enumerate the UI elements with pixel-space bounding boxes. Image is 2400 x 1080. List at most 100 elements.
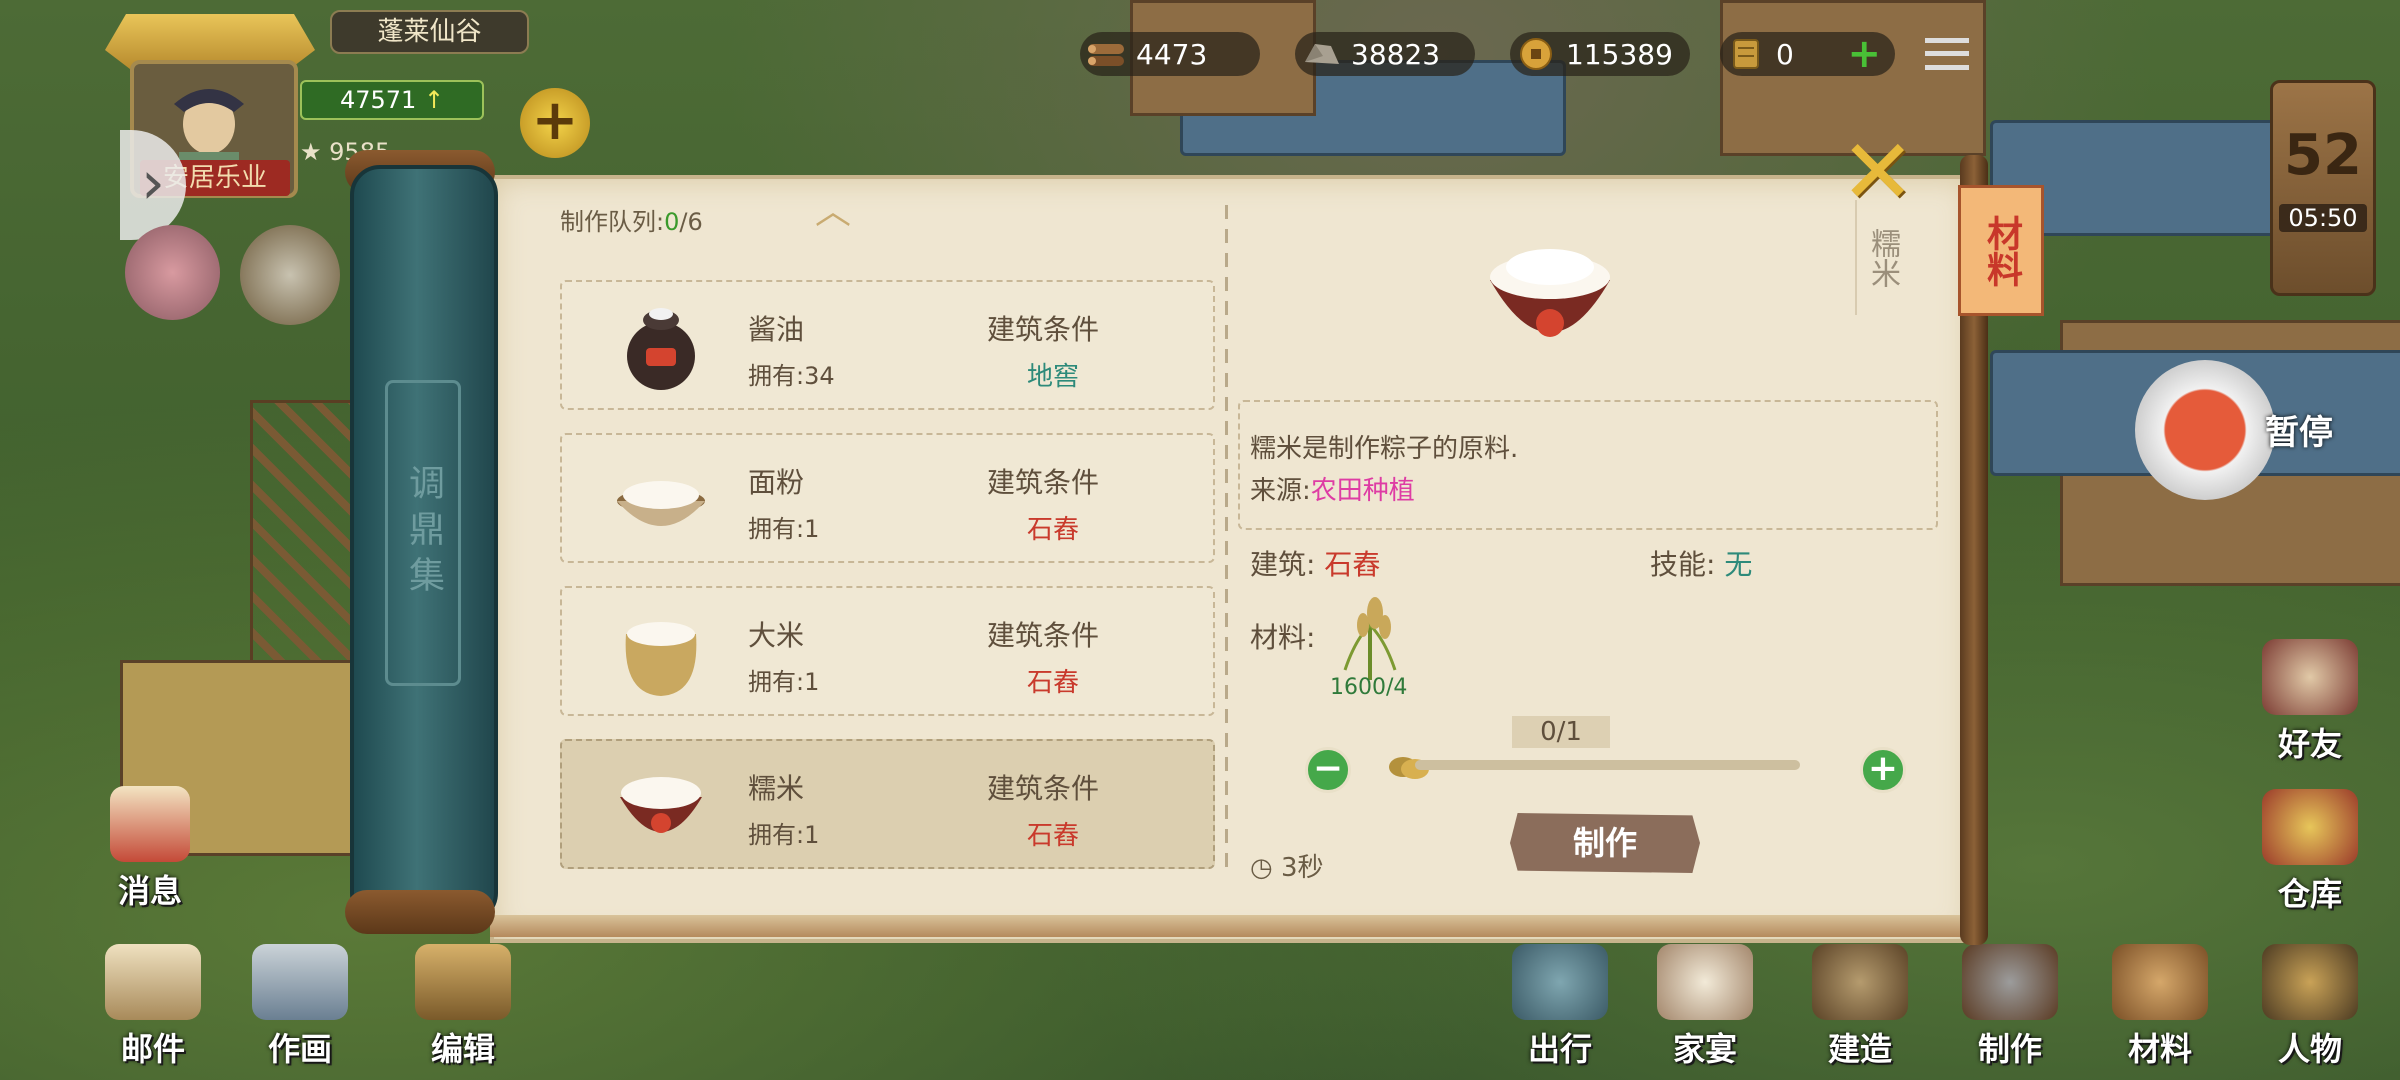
coin-icon — [1520, 38, 1552, 70]
building-requirement: 建筑: 石舂 — [1250, 543, 1380, 583]
recipe-building: 石舂 — [1027, 668, 1080, 698]
nav-mail-label: 邮件 — [120, 1030, 185, 1068]
skill-requirement: 技能: 无 — [1650, 543, 1752, 583]
wood-value: 4473 — [1136, 37, 1208, 71]
recipe-condition-label: 建筑条件 — [987, 466, 1100, 499]
increase-button[interactable]: + — [1860, 747, 1906, 793]
nav-paint[interactable]: 作画 — [245, 944, 355, 1070]
recipe-name: 面粉 — [748, 466, 805, 499]
clock-time: 05:50 — [2279, 204, 2367, 232]
recipe-item[interactable]: 大米 拥有:1 建筑条件 石舂 — [560, 586, 1215, 716]
chevron-up-icon[interactable]: ︿ — [815, 182, 851, 234]
messages-label: 消息 — [117, 872, 182, 910]
resource-tickets[interactable]: 0 + — [1720, 31, 1895, 77]
recipe-name: 大米 — [748, 619, 805, 652]
scroll-message-icon — [110, 786, 190, 862]
resource-stone[interactable]: 38823 — [1295, 32, 1475, 76]
craft-time: ◷ 3秒 — [1250, 847, 1324, 884]
craft-time-value: 3秒 — [1280, 853, 1324, 883]
tab-materials[interactable]: 材料 — [1958, 185, 2044, 316]
nav-material[interactable]: 材料 — [2105, 944, 2215, 1070]
description-box — [1238, 400, 1938, 530]
skill-value: 无 — [1724, 548, 1753, 581]
recipe-name: 糯米 — [748, 772, 805, 805]
nav-craft[interactable]: 制作 — [1955, 944, 2065, 1070]
flour-bowl-icon — [617, 481, 705, 526]
recipe-building: 石舂 — [1027, 515, 1080, 545]
recipe-building: 石舂 — [1027, 821, 1080, 851]
material-label: 材料: — [1250, 621, 1316, 654]
decrease-button[interactable]: − — [1305, 747, 1351, 793]
resource-coins[interactable]: 115389 — [1510, 32, 1690, 76]
building-label: 建筑: — [1250, 548, 1316, 581]
nav-craft-label: 制作 — [1977, 1030, 2042, 1068]
stone-value: 38823 — [1351, 37, 1441, 71]
recipe-owned: 拥有:1 — [748, 821, 820, 849]
nav-travel[interactable]: 出行 — [1505, 944, 1615, 1070]
glutinous-rice-large-icon — [1490, 249, 1610, 337]
recipe-owned: 拥有:1 — [748, 515, 820, 543]
menu-icon[interactable] — [1925, 38, 1969, 70]
event-icon[interactable] — [125, 225, 220, 320]
book-icon — [105, 944, 201, 1020]
source-value[interactable]: 农田种植 — [1311, 476, 1415, 506]
soy-sauce-jar-icon — [627, 308, 695, 390]
nav-mail[interactable]: 邮件 — [98, 944, 208, 1070]
boat-icon — [1512, 944, 1608, 1020]
recipe-item[interactable]: 酱油 拥有:34 建筑条件 地窖 — [560, 280, 1215, 410]
person-hat-icon — [2262, 944, 2358, 1020]
craft-queue: 制作队列:0/6 — [560, 202, 703, 237]
paper-edge — [490, 915, 1965, 937]
nav-paint-label: 作画 — [267, 1030, 332, 1068]
warehouse-button[interactable]: 仓库 — [2255, 789, 2365, 915]
panel-divider — [1225, 205, 1228, 875]
prosperity-value: 47571 — [339, 86, 417, 114]
wood-icon — [1088, 44, 1124, 66]
pause-label: 暂停 — [2265, 413, 2333, 453]
hammer-icon — [1962, 944, 2058, 1020]
nav-banquet[interactable]: 家宴 — [1650, 944, 1760, 1070]
painter-icon — [252, 944, 348, 1020]
add-gold-button[interactable]: + — [520, 88, 590, 158]
warehouse-icon — [2262, 789, 2358, 865]
logs-icon — [2112, 944, 2208, 1020]
rod-bottom-cap — [345, 890, 495, 934]
recipe-owned: 拥有:34 — [748, 362, 835, 390]
friends-button[interactable]: 好友 — [2255, 639, 2365, 765]
craft-quantity: 0/1 — [1512, 716, 1610, 748]
recipe-item-selected[interactable]: 糯米 拥有:1 建筑条件 石舂 — [560, 739, 1215, 869]
recipe-name: 酱油 — [748, 313, 805, 346]
nav-build-label: 建造 — [1827, 1030, 1892, 1068]
nav-edit[interactable]: 编辑 — [408, 944, 518, 1070]
quantity-slider[interactable] — [1415, 760, 1800, 770]
recipe-owned: 拥有:1 — [748, 668, 820, 696]
resource-wood[interactable]: 4473 — [1080, 32, 1260, 76]
prosperity-bar: 47571 ↑ — [300, 80, 484, 120]
edit-house-icon — [415, 944, 511, 1020]
stone-icon — [1305, 44, 1339, 64]
clock-icon: ◷ — [1250, 853, 1273, 883]
queue-current: 0 — [664, 208, 680, 236]
arrow-up-icon: ↑ — [423, 86, 445, 114]
recipe-condition-label: 建筑条件 — [987, 772, 1100, 805]
rice-stalk-icon[interactable] — [1325, 595, 1415, 680]
messages-button[interactable]: 消息 — [95, 786, 205, 912]
source-label: 来源: — [1250, 476, 1311, 506]
location-title: 蓬莱仙谷 — [330, 10, 529, 54]
nav-build[interactable]: 建造 — [1805, 944, 1915, 1070]
coins-value: 115389 — [1566, 37, 1673, 71]
queue-total: /6 — [679, 208, 703, 236]
nav-material-label: 材料 — [2127, 1030, 2192, 1068]
shop-icon[interactable] — [240, 225, 340, 325]
recipe-item[interactable]: 面粉 拥有:1 建筑条件 石舂 — [560, 433, 1215, 563]
add-tickets-button[interactable]: + — [1847, 31, 1881, 77]
craft-button[interactable]: 制作 — [1510, 813, 1700, 873]
friends-icon — [2262, 639, 2358, 715]
close-icon[interactable]: ✕ — [1840, 120, 1915, 225]
building-value: 石舂 — [1324, 548, 1381, 581]
nav-people[interactable]: 人物 — [2255, 944, 2365, 1070]
nav-banquet-label: 家宴 — [1672, 1030, 1737, 1068]
day-timer: 52 05:50 — [2270, 80, 2376, 296]
pause-button[interactable] — [2135, 360, 2275, 500]
nav-travel-label: 出行 — [1527, 1030, 1592, 1068]
